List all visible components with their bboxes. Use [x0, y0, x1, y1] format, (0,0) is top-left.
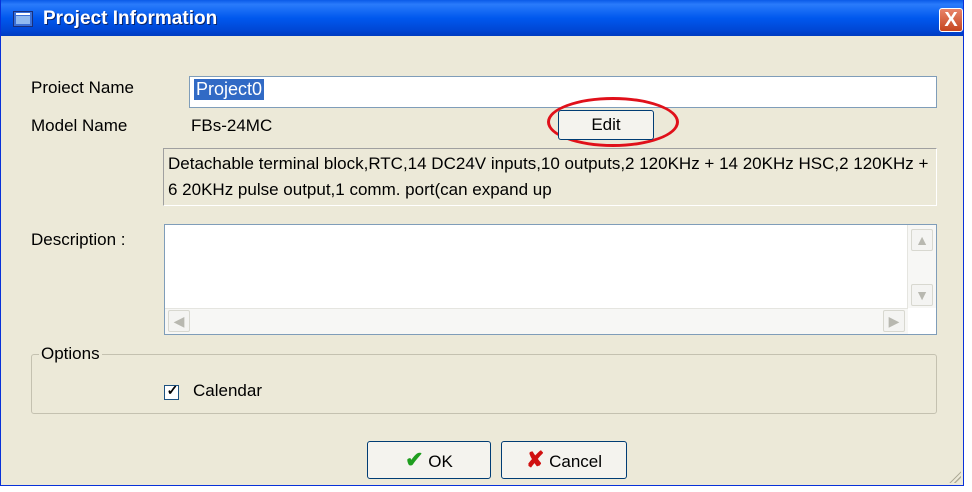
calendar-checkbox[interactable]: ✓ — [164, 382, 179, 400]
model-name-label: Model Name — [31, 116, 128, 135]
model-info-text: Detachable terminal block,RTC,14 DC24V i… — [168, 154, 929, 199]
model-name-value: FBs-24MC — [191, 116, 273, 135]
title-bar[interactable]: Project Information X — [1, 0, 963, 36]
close-button[interactable]: X — [939, 8, 963, 32]
dialog-title: Project Information — [43, 8, 218, 29]
edit-button[interactable]: Edit — [558, 110, 654, 140]
scroll-left-icon[interactable]: ◀ — [168, 310, 190, 332]
cancel-label: Cancel — [549, 452, 603, 471]
app-window-icon — [13, 11, 33, 27]
checkmark-icon: ✓ — [166, 382, 179, 398]
scroll-down-icon[interactable]: ▼ — [911, 284, 933, 306]
scroll-up-icon[interactable]: ▲ — [911, 229, 933, 251]
cancel-button[interactable]: ✘ Cancel — [501, 441, 627, 479]
options-legend: Options — [39, 344, 102, 364]
calendar-label[interactable]: Calendar — [193, 381, 262, 401]
project-name-value: Project0 — [194, 79, 265, 100]
project-name-input[interactable]: Project0 — [189, 76, 937, 108]
project-name-label: Proiect Name — [31, 78, 134, 97]
close-icon: X — [944, 9, 958, 31]
horizontal-scrollbar[interactable]: ◀ ▶ — [165, 308, 908, 334]
resize-grip[interactable] — [949, 471, 961, 483]
ok-label: OK — [428, 452, 453, 471]
description-label: Description : — [31, 230, 126, 249]
checkmark-icon: ✔ — [405, 447, 424, 472]
description-textarea[interactable]: ▲ ▼ ◀ ▶ — [164, 224, 937, 335]
scroll-right-icon[interactable]: ▶ — [883, 310, 905, 332]
project-information-dialog: Project Information X Proiect Name Proje… — [0, 0, 964, 486]
vertical-scrollbar[interactable]: ▲ ▼ — [907, 225, 936, 308]
x-mark-icon: ✘ — [525, 447, 545, 472]
model-info-box: Detachable terminal block,RTC,14 DC24V i… — [163, 148, 937, 206]
ok-button[interactable]: ✔ OK — [367, 441, 491, 479]
